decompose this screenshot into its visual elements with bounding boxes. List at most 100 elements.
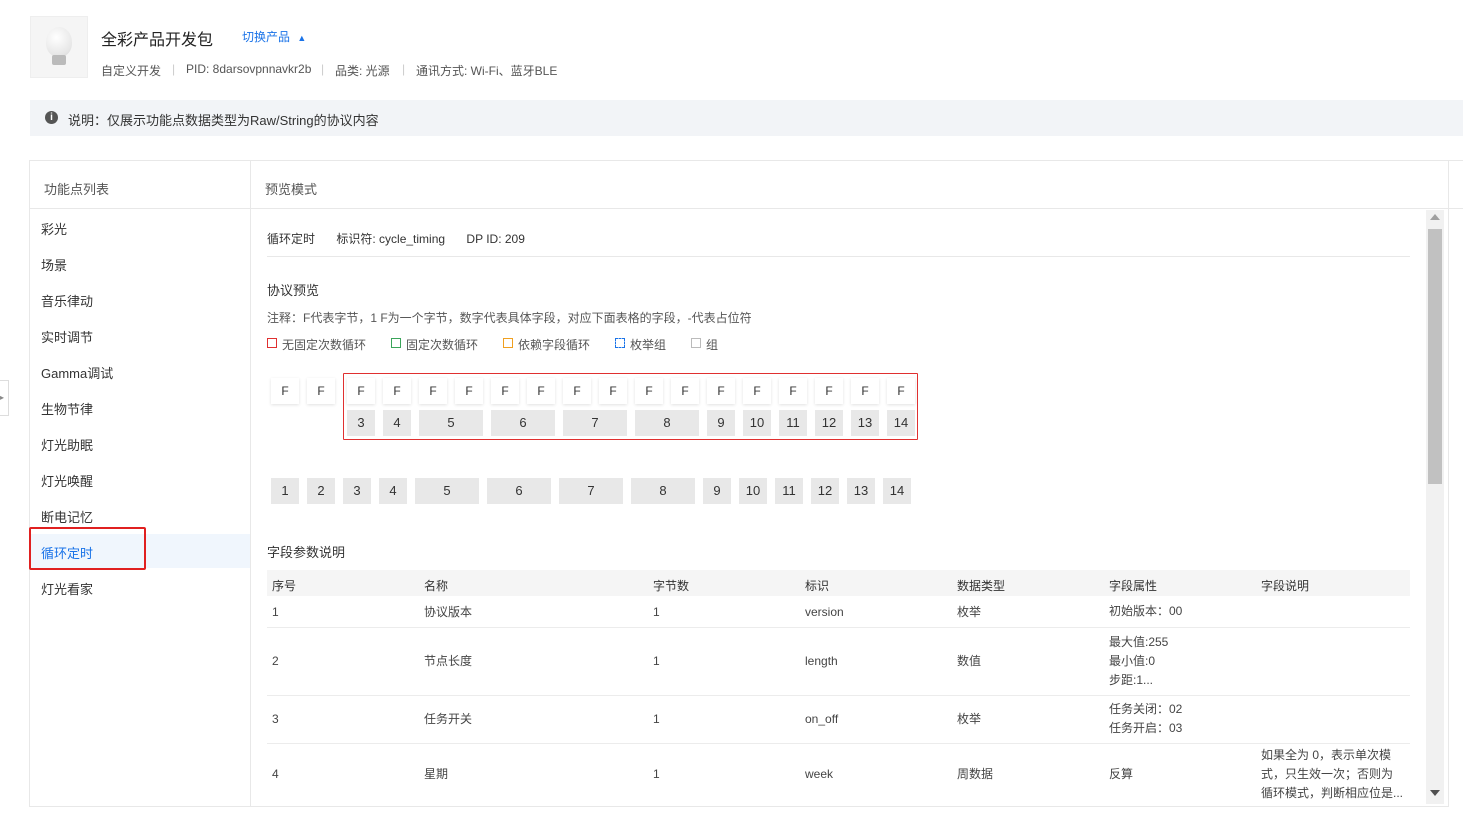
scroll-up-icon[interactable] bbox=[1430, 214, 1440, 220]
sidebar-item-label: Gamma调试 bbox=[41, 366, 114, 381]
sidebar-item[interactable]: 灯光助眠 bbox=[30, 426, 251, 460]
product-pid: PID: 8darsovpnnavkr2b bbox=[186, 62, 312, 76]
legend-swatch bbox=[615, 338, 625, 348]
collapse-arrow-icon[interactable]: ▸ bbox=[0, 380, 9, 416]
table-column-header: 数据类型 bbox=[957, 579, 1006, 593]
table-cell-attr: 反算 bbox=[1109, 766, 1134, 781]
switch-product-link[interactable]: 切换产品 ▲︎ bbox=[242, 28, 306, 45]
dev-type: 自定义开发 bbox=[101, 64, 162, 78]
field-cell: 1 bbox=[271, 478, 299, 504]
dp-id: DP ID: 209 bbox=[466, 232, 525, 246]
dp-info: 循环定时 标识符: cycle_timing DP ID: 209 bbox=[267, 230, 525, 247]
byte-cell: F bbox=[271, 378, 299, 404]
field-cell: 5 bbox=[415, 478, 479, 504]
table-cell: 星期 bbox=[424, 767, 449, 781]
field-cell: 7 bbox=[559, 478, 623, 504]
sidebar-item[interactable]: 彩光 bbox=[30, 210, 251, 244]
sidebar-item[interactable]: 音乐律动 bbox=[30, 282, 251, 316]
sidebar-item-label: 生物节律 bbox=[41, 402, 94, 417]
field-cell: 6 bbox=[487, 478, 551, 504]
field-cell: 10 bbox=[739, 478, 767, 504]
legend-label: 固定次数循环 bbox=[406, 338, 479, 352]
table-cell: 1 bbox=[653, 767, 660, 781]
table-cell: 协议版本 bbox=[424, 604, 473, 619]
field-cell: 2 bbox=[307, 478, 335, 504]
table-cell: 1 bbox=[653, 712, 660, 726]
protocol-note: 注释：F代表字节，1 F为一个字节，数字代表具体字段，对应下面表格的字段，-代表… bbox=[267, 311, 752, 325]
field-cell: 8 bbox=[631, 478, 695, 504]
selection-highlight bbox=[29, 527, 146, 570]
communication-mode: 通讯方式: Wi-Fi、蓝牙BLE bbox=[416, 64, 558, 78]
table-cell: version bbox=[805, 604, 844, 619]
sort-arrows-icon: ▲︎ bbox=[297, 33, 307, 43]
field-cell: 7 bbox=[563, 410, 627, 436]
table-cell-attr: 最小值:0 bbox=[1109, 653, 1156, 668]
protocol-title: 协议预览 bbox=[267, 283, 320, 298]
table-cell: 节点长度 bbox=[424, 654, 473, 668]
dp-name: 循环定时 bbox=[267, 232, 316, 246]
table-column-header: 字节数 bbox=[653, 579, 690, 593]
field-cell: 3 bbox=[343, 478, 371, 504]
sidebar-item-label: 实时调节 bbox=[41, 330, 94, 345]
table-cell: 枚举 bbox=[957, 712, 982, 726]
field-cell: 11 bbox=[779, 410, 807, 436]
scrollbar-thumb[interactable] bbox=[1428, 229, 1442, 484]
table-cell: 4 bbox=[272, 767, 279, 781]
legend-swatch bbox=[391, 338, 401, 348]
product-category: 品类: 光源 bbox=[335, 64, 390, 78]
table-cell-desc: 式，只生效一次；否则为 bbox=[1261, 766, 1394, 781]
sidebar-item-label: 断电记忆 bbox=[41, 510, 94, 525]
field-cell: 9 bbox=[707, 410, 735, 436]
row-divider bbox=[267, 627, 1410, 628]
dp-identifier: 标识符: cycle_timing bbox=[336, 232, 446, 246]
field-cell: 12 bbox=[811, 478, 839, 504]
fields-title: 字段参数说明 bbox=[267, 545, 346, 560]
sidebar-item-label: 灯光助眠 bbox=[41, 438, 94, 453]
sidebar-item[interactable]: 灯光看家 bbox=[30, 570, 251, 604]
field-cell: 10 bbox=[743, 410, 771, 436]
byte-cell: F bbox=[307, 378, 335, 404]
table-cell-desc: 循环模式，判断相应位是... bbox=[1261, 785, 1404, 800]
sidebar-item-label: 灯光看家 bbox=[41, 582, 94, 597]
notice-text: 说明：仅展示功能点数据类型为Raw/String的协议内容 bbox=[68, 113, 379, 128]
table-cell: 数值 bbox=[957, 654, 982, 668]
sidebar-item[interactable]: 场景 bbox=[30, 246, 251, 280]
legend-swatch bbox=[691, 338, 701, 348]
table-column-header: 字段属性 bbox=[1109, 579, 1158, 593]
table-cell-desc: 如果全为 0，表示单次模 bbox=[1261, 747, 1392, 762]
table-column-header: 名称 bbox=[424, 579, 449, 593]
table-column-header: 序号 bbox=[272, 579, 297, 593]
table-cell: length bbox=[805, 654, 838, 668]
light-bulb-icon bbox=[46, 27, 72, 57]
scroll-down-icon[interactable] bbox=[1430, 790, 1440, 796]
legend-swatch bbox=[267, 338, 277, 348]
field-cell: 9 bbox=[703, 478, 731, 504]
table-cell: 任务开关 bbox=[424, 712, 473, 726]
product-image bbox=[30, 16, 88, 78]
sidebar-item-label: 彩光 bbox=[41, 222, 68, 237]
field-cell: 13 bbox=[851, 410, 879, 436]
field-cell: 12 bbox=[815, 410, 843, 436]
field-cell: 11 bbox=[775, 478, 803, 504]
field-cell: 5 bbox=[419, 410, 483, 436]
table-cell-attr: 任务开启：03 bbox=[1109, 721, 1183, 735]
table-cell: 1 bbox=[272, 604, 279, 619]
table-cell-attr: 最大值:255 bbox=[1109, 634, 1169, 649]
table-column-header: 字段说明 bbox=[1261, 579, 1310, 593]
sidebar-item[interactable]: 实时调节 bbox=[30, 318, 251, 352]
legend-label: 无固定次数循环 bbox=[282, 338, 367, 352]
field-cell: 13 bbox=[847, 478, 875, 504]
sidebar-item[interactable]: 灯光唤醒 bbox=[30, 462, 251, 496]
legend-label: 组 bbox=[706, 338, 719, 352]
row-divider bbox=[267, 695, 1410, 696]
row-divider bbox=[267, 743, 1410, 744]
field-cell: 4 bbox=[383, 410, 411, 436]
table-cell-attr: 初始版本：00 bbox=[1109, 604, 1183, 618]
table-cell: week bbox=[805, 767, 834, 781]
sidebar-item[interactable]: 生物节律 bbox=[30, 390, 251, 424]
field-cell: 8 bbox=[635, 410, 699, 436]
table-cell: 2 bbox=[272, 654, 279, 668]
table-cell: 1 bbox=[653, 654, 660, 668]
table-cell: 枚举 bbox=[957, 604, 982, 619]
sidebar-item[interactable]: Gamma调试 bbox=[30, 354, 251, 388]
